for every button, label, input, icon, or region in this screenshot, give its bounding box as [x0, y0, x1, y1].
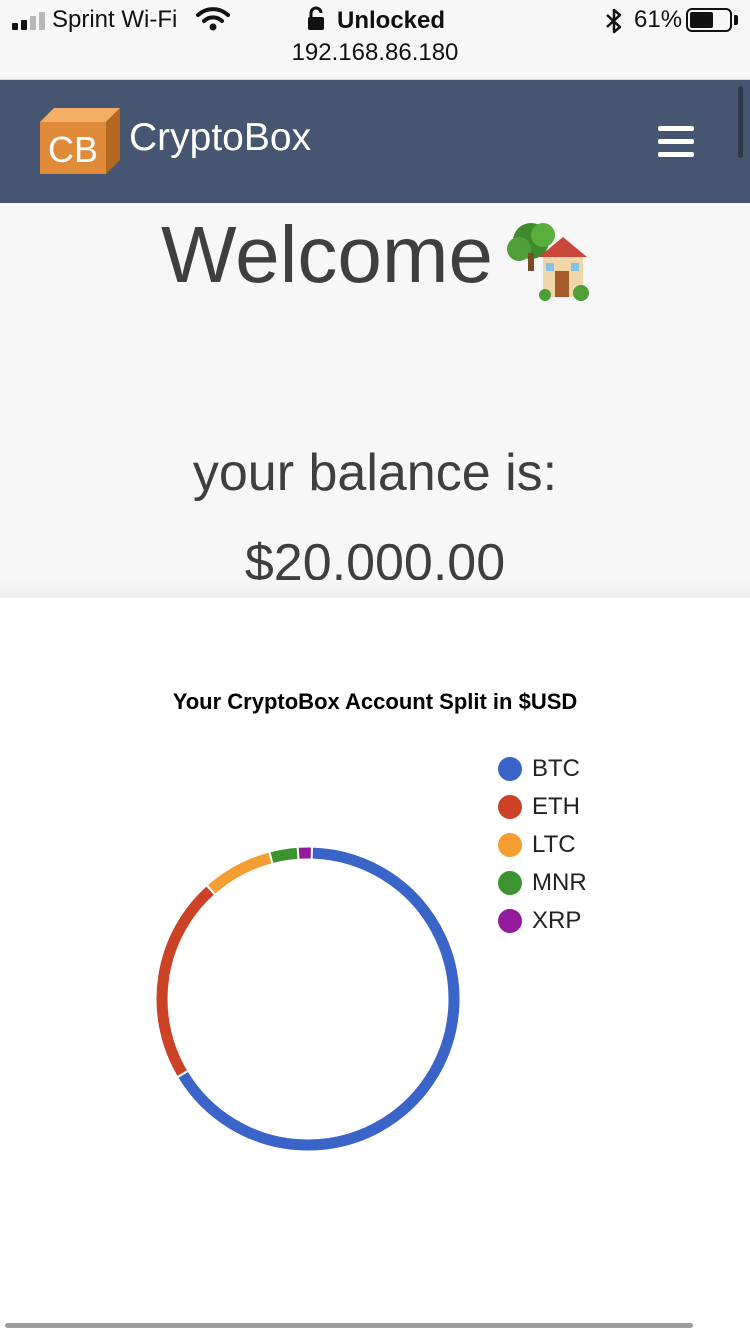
account-split-chart: Your CryptoBox Account Split in $USD BTC… — [0, 598, 750, 1298]
wifi-icon — [196, 7, 230, 31]
donut-chart[interactable] — [150, 841, 466, 1157]
legend-swatch — [498, 833, 522, 857]
carrier-label: Sprint Wi-Fi — [52, 6, 178, 33]
house-with-garden-icon — [506, 222, 589, 301]
balance-label: your balance is: — [192, 444, 558, 502]
legend-swatch — [498, 871, 522, 895]
signal-icon — [12, 12, 45, 30]
scroll-indicator[interactable] — [738, 86, 743, 158]
cryptobox-logo-icon[interactable]: CB — [40, 108, 120, 174]
legend-item-xrp[interactable]: XRP — [498, 902, 587, 940]
legend-label: MNR — [532, 869, 587, 896]
donut-slice-btc[interactable] — [178, 847, 460, 1151]
legend-label: ETH — [532, 793, 580, 820]
legend-item-btc[interactable]: BTC — [498, 750, 587, 788]
battery-fill — [690, 12, 714, 28]
brand-name[interactable]: CryptoBox — [129, 116, 311, 160]
battery-percent: 61% — [634, 6, 683, 33]
bluetooth-icon — [606, 8, 622, 34]
legend-label: LTC — [532, 831, 576, 858]
legend-item-ltc[interactable]: LTC — [498, 826, 587, 864]
legend-swatch — [498, 757, 522, 781]
chart-title: Your CryptoBox Account Split in $USD — [172, 689, 578, 714]
status-bar: Sprint Wi-Fi Unlocked 192.168.86.180 61% — [0, 0, 750, 80]
legend-label: XRP — [532, 907, 582, 934]
lock-icon — [308, 6, 324, 30]
welcome-heading: Welcome — [0, 209, 750, 303]
donut-slice-eth[interactable] — [156, 886, 214, 1076]
lock-status-label: Unlocked — [337, 7, 446, 34]
legend-swatch — [498, 795, 522, 819]
welcome-text: Welcome — [161, 210, 493, 299]
legend-item-eth[interactable]: ETH — [498, 788, 587, 826]
chart-legend: BTC ETH LTC MNR XRP — [498, 750, 587, 940]
app-navbar: CB CryptoBox — [0, 80, 750, 203]
donut-slice-mnr[interactable] — [270, 847, 298, 863]
hero-divider — [0, 580, 750, 598]
hero-section: Welcome your balance is: $20,000.00 — [0, 203, 750, 598]
donut-slice-ltc[interactable] — [208, 852, 272, 894]
legend-swatch — [498, 909, 522, 933]
logo-text: CB — [48, 129, 98, 170]
legend-item-mnr[interactable]: MNR — [498, 864, 587, 902]
battery-nub — [734, 15, 738, 25]
hamburger-menu-icon[interactable] — [651, 122, 701, 162]
battery-icon — [686, 8, 732, 32]
url-label[interactable]: 192.168.86.180 — [0, 39, 750, 67]
legend-label: BTC — [532, 755, 580, 782]
home-indicator — [5, 1323, 693, 1328]
